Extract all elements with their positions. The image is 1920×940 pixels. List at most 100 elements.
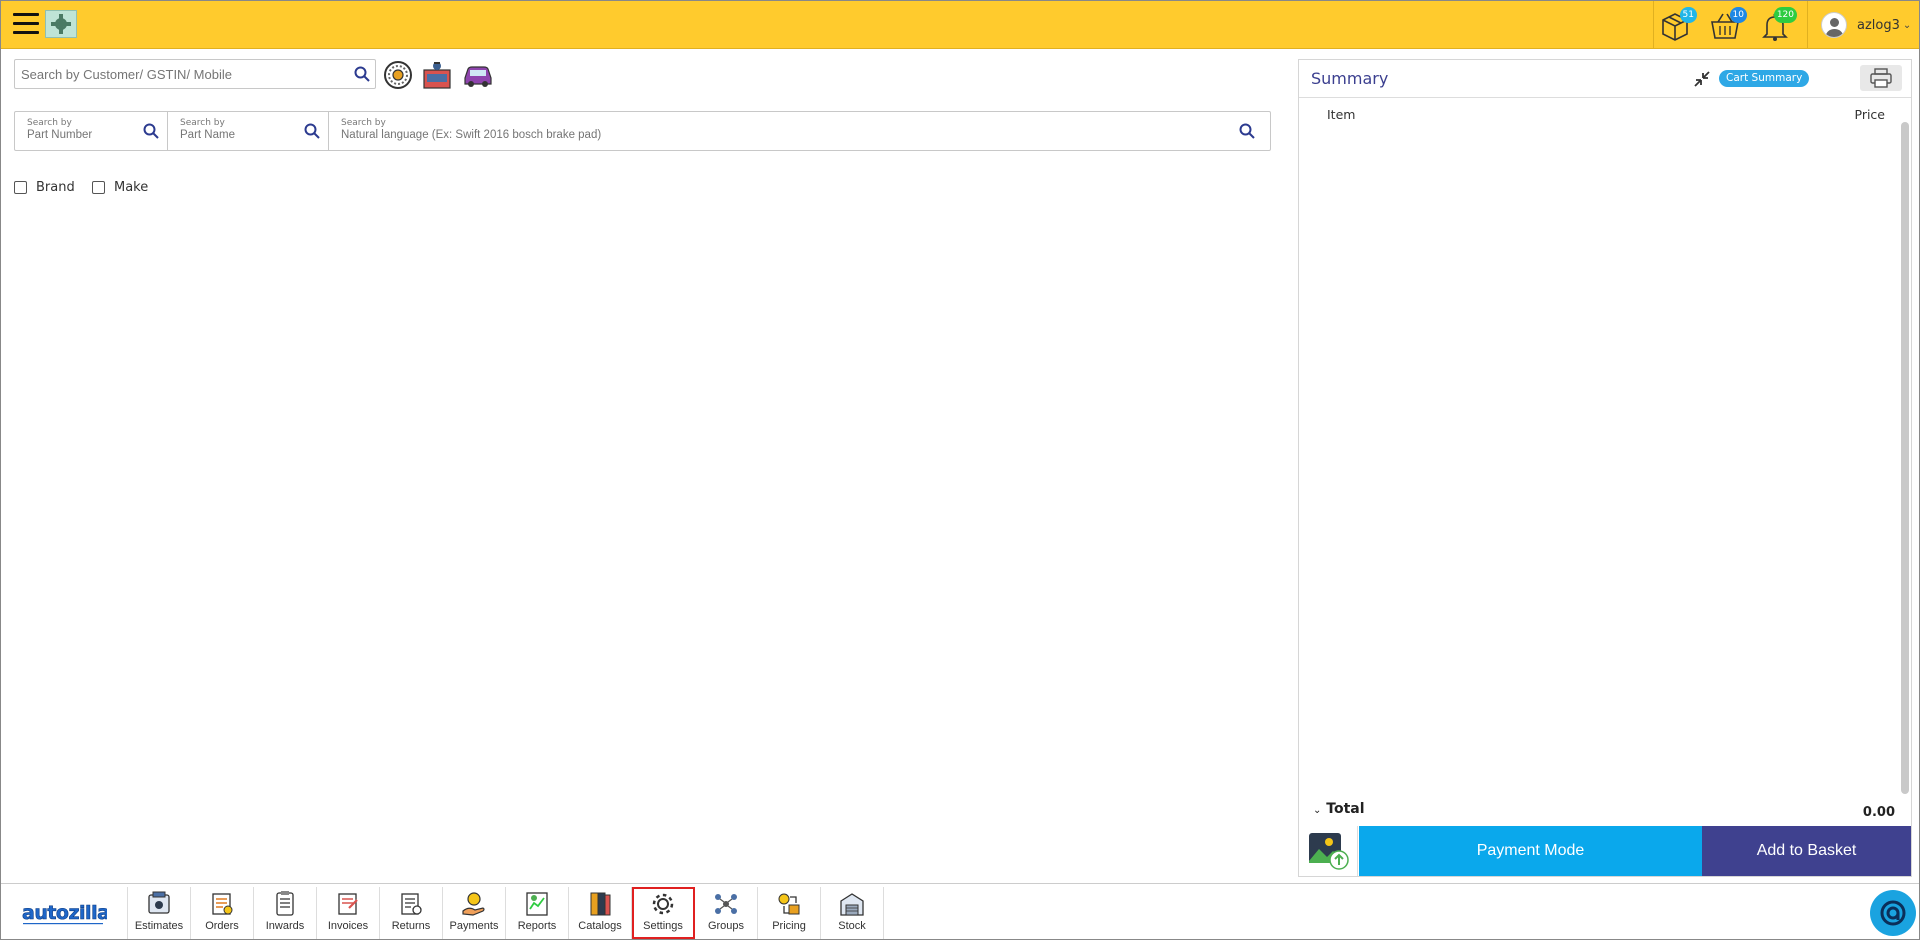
- package-badge: 51: [1679, 7, 1697, 23]
- nav-item-estimates[interactable]: Estimates: [128, 887, 191, 939]
- nav-item-stock[interactable]: Stock: [821, 887, 884, 939]
- nav-item-groups[interactable]: Groups: [695, 887, 758, 939]
- bell-badge: 120: [1773, 7, 1797, 23]
- app-logo-icon[interactable]: [45, 10, 77, 38]
- brand-checkbox[interactable]: Brand: [14, 180, 75, 195]
- app-window: 51 10 120 azlog3 ⌄ Search by Customer/ G…: [0, 0, 1920, 940]
- car-icon[interactable]: [462, 60, 492, 90]
- bell-icon[interactable]: 120: [1757, 7, 1797, 43]
- returns-icon: [401, 893, 422, 915]
- nav-label: Payments: [449, 920, 499, 932]
- cart-summary-button[interactable]: Cart Summary: [1719, 70, 1810, 87]
- package-icon[interactable]: 51: [1657, 7, 1697, 43]
- payment-mode-button[interactable]: Payment Mode: [1359, 826, 1702, 876]
- nav-item-pricing[interactable]: Pricing: [758, 887, 821, 939]
- customer-search-box: [14, 59, 376, 89]
- stock-icon: [840, 893, 864, 916]
- make-label: Make: [114, 180, 149, 195]
- catalogs-icon: [590, 892, 611, 916]
- hamburger-icon[interactable]: [13, 13, 39, 35]
- part-name-input[interactable]: [180, 129, 290, 141]
- inwards-icon: [276, 891, 294, 916]
- nav-label: Returns: [391, 920, 431, 932]
- avatar: [1821, 12, 1847, 38]
- basket-badge: 10: [1729, 7, 1747, 23]
- nav-item-catalogs[interactable]: Catalogs: [569, 887, 632, 939]
- user-menu[interactable]: azlog3 ⌄: [1821, 11, 1911, 39]
- header-divider: [1653, 1, 1654, 49]
- printer-icon: [1870, 68, 1892, 88]
- image-upload-button[interactable]: [1300, 826, 1358, 876]
- settings-icon: [652, 893, 674, 915]
- nav-label: Reports: [517, 920, 557, 932]
- collapse-icon[interactable]: [1692, 69, 1712, 89]
- nav-label: Orders: [205, 920, 239, 932]
- summary-panel: Summary Cart Summary Item Price ⌄ Total …: [1298, 59, 1912, 877]
- part-number-label: Search by: [27, 118, 72, 128]
- tyre-icon[interactable]: [383, 60, 413, 90]
- estimates-icon: [148, 891, 170, 914]
- nav-label: Stock: [838, 920, 866, 932]
- total-row[interactable]: ⌄ Total: [1313, 801, 1365, 817]
- chevron-down-icon: ⌄: [1902, 19, 1912, 31]
- chat-icon: [1880, 900, 1906, 926]
- nav-item-invoices[interactable]: Invoices: [317, 887, 380, 939]
- column-header-item: Item: [1327, 107, 1356, 122]
- search-icon[interactable]: [143, 123, 159, 139]
- brand-label: Brand: [36, 180, 75, 195]
- checkbox-box[interactable]: [92, 181, 105, 194]
- customer-search-input[interactable]: [15, 60, 345, 88]
- scrollbar[interactable]: [1901, 122, 1909, 794]
- header-divider: [1807, 1, 1808, 49]
- basket-icon[interactable]: 10: [1707, 7, 1747, 43]
- payments-icon: [462, 892, 485, 916]
- natural-language-search: Search by: [329, 112, 1270, 150]
- total-value: 0.00: [1862, 805, 1895, 820]
- part-search-bar: Search by Search by Search by: [14, 111, 1271, 151]
- reports-icon: [526, 892, 548, 916]
- nav-label: Pricing: [772, 920, 806, 932]
- invoices-icon: [338, 893, 358, 915]
- print-button[interactable]: [1860, 65, 1902, 91]
- image-upload-icon: [1308, 833, 1349, 870]
- add-to-basket-button[interactable]: Add to Basket: [1702, 826, 1911, 876]
- top-header: 51 10 120 azlog3 ⌄: [1, 1, 1919, 49]
- nav-item-orders[interactable]: Orders: [191, 887, 254, 939]
- brand-name: autozilla: [22, 902, 107, 924]
- nav-item-returns[interactable]: Returns: [380, 887, 443, 939]
- nav-label: Settings: [643, 920, 683, 932]
- search-icon[interactable]: [1239, 123, 1255, 139]
- natural-language-input[interactable]: [341, 129, 1221, 141]
- groups-icon: [715, 894, 737, 914]
- part-name-search: Search by: [168, 112, 329, 150]
- orders-icon: [212, 893, 233, 915]
- summary-title: Summary: [1311, 69, 1389, 88]
- nav-item-settings[interactable]: Settings: [632, 887, 695, 939]
- checkbox-box[interactable]: [14, 181, 27, 194]
- nav-item-payments[interactable]: Payments: [443, 887, 506, 939]
- bottom-navbar: autozilla Estimates Orders Inwards Invoices…: [1, 883, 1919, 939]
- make-checkbox[interactable]: Make: [92, 180, 148, 195]
- search-icon[interactable]: [304, 123, 320, 139]
- nav-label: Groups: [707, 920, 745, 932]
- nav-item-reports[interactable]: Reports: [506, 887, 569, 939]
- chevron-down-icon: ⌄: [1313, 805, 1322, 816]
- summary-header: Summary Cart Summary: [1299, 60, 1911, 98]
- nav-label: Inwards: [265, 920, 305, 932]
- part-name-label: Search by: [180, 118, 225, 128]
- total-label: Total: [1326, 801, 1365, 817]
- column-header-price: Price: [1854, 107, 1886, 122]
- search-icon[interactable]: [354, 66, 370, 82]
- part-number-input[interactable]: [27, 129, 137, 141]
- nav-item-inwards[interactable]: Inwards: [254, 887, 317, 939]
- nav-items: Estimates Orders Inwards Invoices Returns Pay…: [127, 887, 884, 939]
- nav-label: Invoices: [327, 920, 369, 932]
- garage-icon[interactable]: [422, 60, 452, 90]
- part-number-search: Search by: [15, 112, 168, 150]
- chat-button[interactable]: [1870, 890, 1916, 936]
- nav-label: Estimates: [134, 920, 184, 932]
- nav-label: Catalogs: [578, 920, 622, 932]
- username: azlog3: [1857, 17, 1900, 33]
- autozilla-logo[interactable]: autozilla: [21, 898, 107, 930]
- pricing-icon: [778, 893, 800, 915]
